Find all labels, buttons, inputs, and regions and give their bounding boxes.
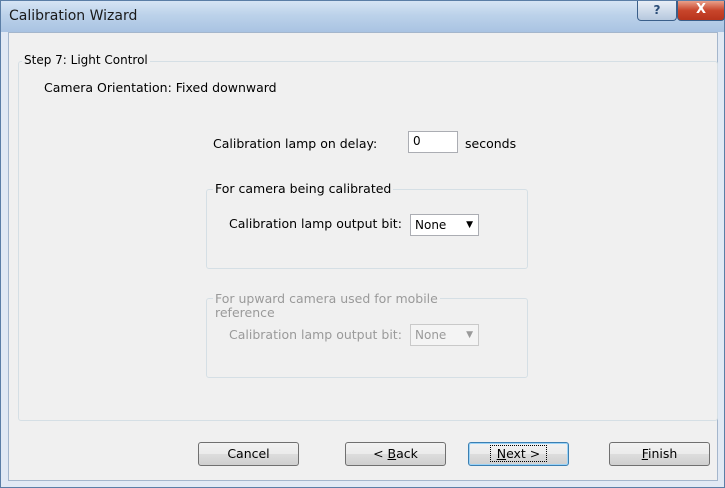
back-label-prefix: <: [373, 446, 388, 461]
help-icon: ?: [653, 3, 661, 17]
step-title: Step 7: Light Control: [22, 53, 150, 67]
back-button[interactable]: < Back: [345, 442, 446, 466]
calibrated-output-select[interactable]: None ▼: [410, 214, 479, 236]
lamp-delay-unit: seconds: [465, 136, 517, 151]
camera-orientation-text: Camera Orientation: Fixed downward: [44, 80, 277, 95]
back-label-rest: ack: [396, 446, 418, 461]
upward-output-value: None: [415, 328, 447, 342]
cancel-label: Cancel: [227, 446, 270, 461]
lamp-delay-input[interactable]: 0: [408, 131, 458, 153]
chevron-down-icon: ▼: [466, 330, 473, 340]
upward-group-title-line2: reference: [215, 305, 275, 320]
finish-label-rest: inish: [647, 446, 678, 461]
calibrated-output-value: None: [415, 218, 447, 232]
close-button[interactable]: X: [677, 1, 725, 21]
upward-output-select: None ▼: [410, 324, 479, 346]
next-button[interactable]: Next >: [468, 442, 569, 466]
chevron-down-icon: ▼: [466, 220, 473, 230]
upward-group-title-line1: For upward camera used for mobile: [215, 291, 438, 306]
lamp-delay-label: Calibration lamp on delay:: [213, 136, 378, 151]
finish-button[interactable]: Finish: [609, 442, 710, 466]
back-label-mnemonic: B: [387, 446, 397, 461]
next-label-rest: ext >: [506, 446, 541, 461]
title-bar[interactable]: Calibration Wizard ? X: [1, 1, 725, 32]
help-button[interactable]: ?: [637, 1, 677, 21]
next-label: Next >: [489, 445, 548, 462]
calibrated-output-label: Calibration lamp output bit:: [229, 216, 402, 231]
window-title: Calibration Wizard: [9, 8, 138, 24]
dialog-client-area: Step 7: Light Control Camera Orientation…: [8, 32, 718, 481]
next-label-mnemonic: N: [496, 446, 507, 461]
upward-output-label: Calibration lamp output bit:: [229, 327, 402, 342]
calibration-wizard-window: Calibration Wizard ? X Step 7: Light Con…: [0, 0, 725, 488]
close-icon: X: [695, 2, 707, 17]
cancel-button[interactable]: Cancel: [198, 442, 299, 466]
calibrated-group-title: For camera being calibrated: [213, 181, 394, 196]
upward-group-title: For upward camera used for mobile refere…: [213, 292, 440, 320]
lamp-delay-value: 0: [413, 134, 421, 148]
